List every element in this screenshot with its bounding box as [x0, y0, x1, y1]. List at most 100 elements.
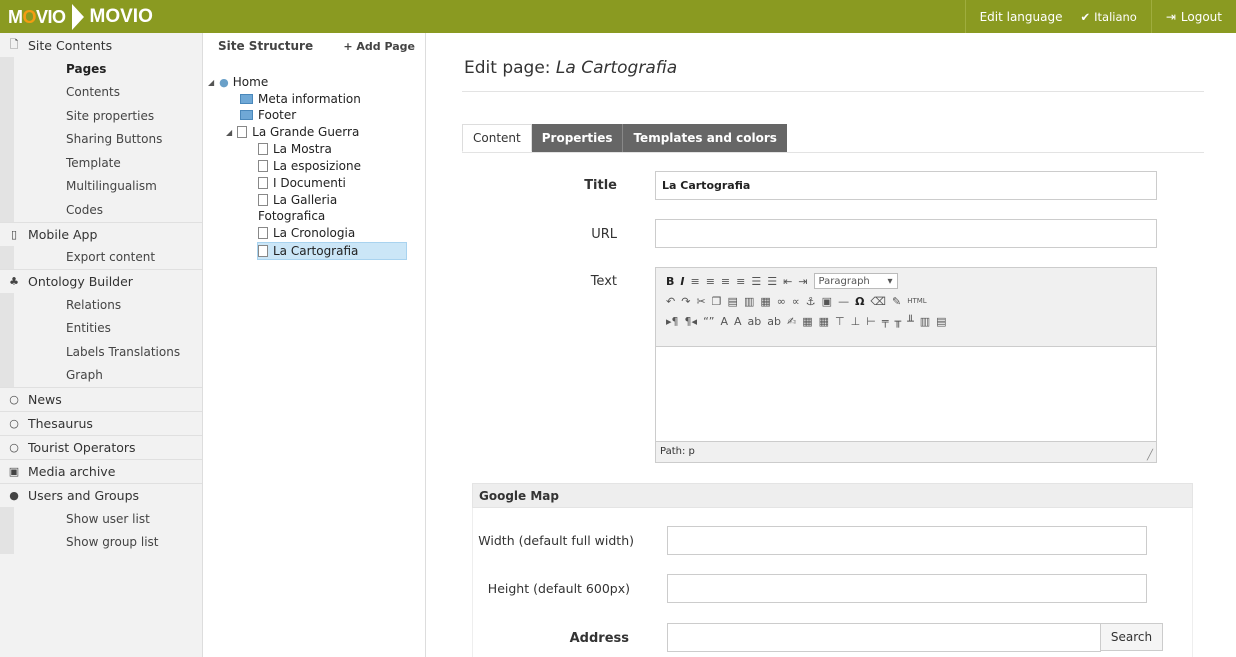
search-button[interactable]: Search: [1100, 623, 1163, 651]
sidebar-item-graph[interactable]: Graph: [0, 363, 202, 387]
edit-icon[interactable]: ✍: [787, 315, 796, 328]
col-after-icon[interactable]: ╥: [894, 315, 901, 328]
tree-node-meta[interactable]: Meta information: [240, 92, 361, 106]
align-justify-icon[interactable]: ≡: [736, 275, 745, 288]
editor-text-area[interactable]: [656, 346, 1156, 442]
strike-icon[interactable]: A: [734, 315, 742, 328]
sidebar-news[interactable]: ○ News: [0, 387, 202, 411]
logout-button[interactable]: ⇥ Logout: [1150, 0, 1236, 33]
merge-cells-icon[interactable]: ▥: [920, 315, 930, 328]
tree-node-home[interactable]: ◢ ● Home: [208, 75, 268, 89]
paragraph-select-value: Paragraph: [818, 275, 870, 287]
tree-node-galleria-cont[interactable]: Fotografica: [258, 209, 325, 223]
italic-icon[interactable]: I: [680, 275, 684, 288]
row-after-icon[interactable]: ⊥: [851, 315, 861, 328]
tree-node-esposizione[interactable]: La esposizione: [258, 159, 361, 173]
quote-icon[interactable]: “”: [703, 315, 714, 328]
sidebar-item-template[interactable]: Template: [0, 151, 202, 175]
sidebar-mobile-app[interactable]: ▯ Mobile App: [0, 221, 202, 246]
add-page-button[interactable]: + Add Page: [343, 40, 415, 53]
title-field[interactable]: La Cartografia: [655, 171, 1157, 200]
expand-toggle-icon[interactable]: ◢: [226, 128, 232, 137]
sidebar-item-show-group-list[interactable]: Show group list: [0, 530, 202, 554]
tree-node-galleria[interactable]: La Galleria: [258, 193, 337, 207]
sup-icon[interactable]: ab: [748, 315, 762, 328]
font-color-icon[interactable]: A: [720, 315, 728, 328]
anchor-icon[interactable]: ⚓: [806, 295, 816, 308]
sidebar-item-codes[interactable]: Codes: [0, 198, 202, 222]
sidebar-item-entities[interactable]: Entities: [0, 316, 202, 340]
cleanup-icon[interactable]: ✎: [892, 295, 901, 308]
outdent-icon[interactable]: ⇤: [783, 275, 792, 288]
special-char-icon[interactable]: Ω: [855, 295, 864, 308]
tab-content[interactable]: Content: [462, 124, 532, 152]
rich-text-editor[interactable]: B I ≡ ≡ ≡ ≡ ☰ ☰ ⇤ ⇥ Paragraph ▾ ↶ ↷ ✂ ❐ ▤…: [655, 267, 1157, 463]
split-cells-icon[interactable]: ▤: [936, 315, 946, 328]
unlink-icon[interactable]: ∝: [792, 295, 800, 308]
sidebar-tourist-operators[interactable]: ○ Tourist Operators: [0, 435, 202, 459]
sidebar-item-export-content[interactable]: Export content: [0, 245, 202, 269]
sidebar-thesaurus[interactable]: ○ Thesaurus: [0, 411, 202, 435]
tree-node-cartografia[interactable]: La Cartografia: [257, 242, 407, 260]
height-field[interactable]: [667, 574, 1147, 603]
tab-templates-colors[interactable]: Templates and colors: [622, 124, 787, 152]
tree-node-footer[interactable]: Footer: [240, 108, 296, 122]
editor-toolbar-row-3: ▸¶ ¶◂ “” A A ab ab ✍ ▦ ▦ ⊤ ⊥ ⊢ ╤ ╥ ╨ ▥ ▤: [656, 311, 1156, 331]
sidebar-users-groups[interactable]: ● Users and Groups: [0, 483, 202, 507]
html-icon[interactable]: HTML: [907, 297, 926, 305]
width-field[interactable]: [667, 526, 1147, 555]
delete-row-icon[interactable]: ⊢: [866, 315, 876, 328]
bold-icon[interactable]: B: [666, 275, 674, 288]
tree-node-cronologia[interactable]: La Cronologia: [258, 226, 355, 240]
sidebar-site-contents[interactable]: 🗋 Site Contents: [0, 33, 202, 57]
tree-node-documenti[interactable]: I Documenti: [258, 176, 346, 190]
eraser-icon[interactable]: ⌫: [870, 295, 886, 308]
select-all-icon[interactable]: ▦: [760, 295, 770, 308]
resize-handle-icon[interactable]: ╱: [1147, 450, 1153, 461]
copy-icon[interactable]: ❐: [712, 295, 722, 308]
ltr-icon[interactable]: ▸¶: [666, 315, 679, 328]
tree-node-grande-guerra[interactable]: ◢ La Grande Guerra: [226, 125, 359, 139]
rtl-icon[interactable]: ¶◂: [685, 315, 698, 328]
delete-col-icon[interactable]: ╨: [907, 315, 914, 328]
sidebar-item-labels-translations[interactable]: Labels Translations: [0, 340, 202, 364]
sidebar-item-pages[interactable]: Pages: [0, 57, 202, 81]
expand-toggle-icon[interactable]: ◢: [208, 78, 214, 87]
sidebar-item-relations[interactable]: Relations: [0, 293, 202, 317]
sidebar-item-sharing-buttons[interactable]: Sharing Buttons: [0, 127, 202, 151]
tab-properties[interactable]: Properties: [531, 124, 623, 152]
sidebar-item-site-properties[interactable]: Site properties: [0, 104, 202, 128]
sidebar-item-multilingualism[interactable]: Multilingualism: [0, 174, 202, 198]
redo-icon[interactable]: ↷: [681, 295, 690, 308]
cut-icon[interactable]: ✂: [696, 295, 705, 308]
tree-node-mostra[interactable]: La Mostra: [258, 142, 332, 156]
align-right-icon[interactable]: ≡: [721, 275, 730, 288]
numbered-list-icon[interactable]: ☰: [767, 275, 777, 288]
sidebar-media-archive[interactable]: ▣ Media archive: [0, 459, 202, 483]
align-center-icon[interactable]: ≡: [706, 275, 715, 288]
undo-icon[interactable]: ↶: [666, 295, 675, 308]
table-props-icon[interactable]: ▦: [819, 315, 829, 328]
hr-icon[interactable]: —: [838, 295, 849, 308]
align-left-icon[interactable]: ≡: [690, 275, 699, 288]
logout-icon: ⇥: [1165, 9, 1176, 24]
paragraph-select[interactable]: Paragraph ▾: [813, 273, 898, 289]
paste-word-icon[interactable]: ▥: [744, 295, 754, 308]
table-icon[interactable]: ▦: [802, 315, 812, 328]
col-before-icon[interactable]: ╤: [882, 315, 889, 328]
link-icon[interactable]: ∞: [777, 295, 786, 308]
logo[interactable]: MOVIO MOVIO: [8, 3, 153, 31]
language-dropdown[interactable]: ✔ Italiano: [1076, 0, 1150, 33]
sidebar-item-contents[interactable]: Contents: [0, 80, 202, 104]
paste-icon[interactable]: ▤: [728, 295, 738, 308]
address-field[interactable]: [667, 623, 1101, 652]
sub-icon[interactable]: ab: [767, 315, 781, 328]
edit-language-button[interactable]: Edit language: [964, 0, 1077, 33]
url-field[interactable]: [655, 219, 1157, 248]
indent-icon[interactable]: ⇥: [798, 275, 807, 288]
sidebar-ontology-builder[interactable]: ♣ Ontology Builder: [0, 269, 202, 293]
sidebar-item-show-user-list[interactable]: Show user list: [0, 507, 202, 531]
image-icon[interactable]: ▣: [822, 295, 832, 308]
row-before-icon[interactable]: ⊤: [835, 315, 845, 328]
bullet-list-icon[interactable]: ☰: [751, 275, 761, 288]
